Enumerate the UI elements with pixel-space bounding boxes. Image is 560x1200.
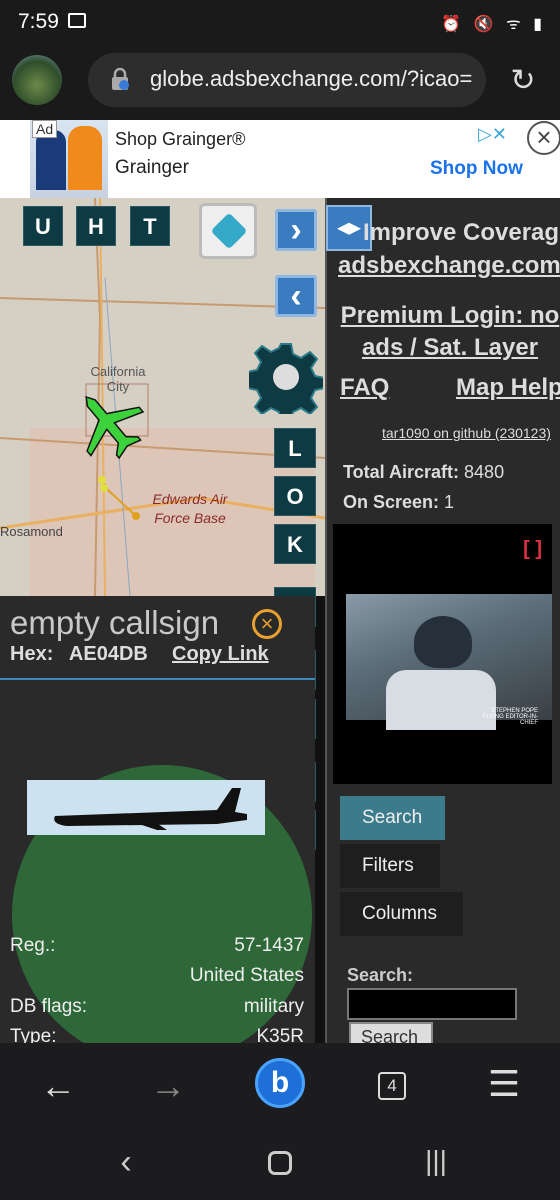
tabs-count-icon[interactable]: 4 [378, 1072, 406, 1100]
u-button[interactable]: U [23, 206, 63, 246]
ad-close-icon[interactable]: × [527, 121, 560, 155]
hex-row: Hex: AE04DB [10, 643, 148, 666]
hex-value: AE04DB [68, 643, 148, 665]
h-button[interactable]: H [76, 206, 116, 246]
settings-gear-icon[interactable] [249, 340, 323, 414]
status-icons: ⏰ 🔇 ᯤ ▮ [441, 16, 546, 33]
copy-link[interactable]: Copy Link [172, 643, 269, 666]
tab-filters[interactable]: Filters [340, 844, 440, 888]
status-bar: 7:59 ⏰ 🔇 ᯤ ▮ [0, 0, 560, 44]
tab-search[interactable]: Search [340, 796, 445, 840]
browser-toolbar: globe.adsbexchange.com/?icao= ↻ [0, 44, 560, 120]
back-arrow-icon[interactable]: ← [38, 1065, 78, 1107]
layers-button[interactable] [199, 203, 257, 259]
url-text: globe.adsbexchange.com/?icao= [150, 66, 473, 91]
aircraft-silhouette-icon [54, 788, 248, 830]
expand-icon[interactable]: [ ] [523, 538, 542, 561]
clock: 7:59 [18, 10, 59, 33]
map-help-link[interactable]: Map Help [456, 374, 560, 402]
l-button[interactable]: L [274, 428, 316, 468]
on-screen: On Screen: 1 [343, 492, 455, 512]
shop-now-button[interactable]: Shop Now [430, 158, 523, 180]
map-label-city: California City [90, 364, 146, 394]
adchoices-icon[interactable]: ▷✕ [478, 124, 507, 145]
address-bar[interactable]: globe.adsbexchange.com/?icao= [88, 53, 486, 107]
search-input[interactable] [347, 988, 517, 1020]
close-info-icon[interactable]: × [252, 609, 282, 639]
system-nav-bar: ‹ ||| [0, 1133, 560, 1200]
video-caption: STEPHEN POPE FLYING EDITOR-IN-CHIEF [482, 708, 538, 726]
menu-icon[interactable]: ☰ [484, 1063, 524, 1105]
github-link[interactable]: tar1090 on github (230123) [382, 425, 551, 441]
aircraft-photo[interactable] [27, 780, 265, 835]
video-frame: STEPHEN POPE FLYING EDITOR-IN-CHIEF [346, 594, 552, 730]
callsign: empty callsign [10, 604, 220, 641]
layers-icon [210, 212, 248, 250]
hex-label: Hex: [10, 643, 54, 665]
forward-arrow-icon[interactable]: → [148, 1065, 188, 1107]
map-label-edwards: Edwards Air Force Base [152, 491, 228, 526]
k-button[interactable]: K [274, 524, 316, 564]
ad-title[interactable]: Shop Grainger® [115, 129, 245, 150]
system-recents-icon[interactable]: ||| [414, 1145, 458, 1177]
map-label-rosamond: Rosamond [0, 524, 63, 539]
bing-chat-icon[interactable]: b [255, 1058, 305, 1108]
next-arrow-button[interactable]: › [275, 209, 317, 251]
site-link[interactable]: adsbexchange.com [338, 252, 560, 280]
video-ad[interactable]: [ ] STEPHEN POPE FLYING EDITOR-IN-CHIEF [333, 524, 552, 784]
browser-bottom-nav: ← → b 4 ☰ [0, 1043, 560, 1133]
faq-link[interactable]: FAQ [340, 374, 389, 402]
lock-icon [112, 67, 129, 90]
system-home-icon[interactable] [268, 1151, 292, 1175]
ad-tag: Ad [32, 120, 58, 138]
total-aircraft: Total Aircraft: 8480 [343, 462, 505, 482]
o-button[interactable]: O [274, 476, 316, 516]
profile-avatar[interactable] [12, 55, 62, 105]
improve-coverage-link[interactable]: Improve Coverage [363, 219, 560, 247]
t-button[interactable]: T [130, 206, 170, 246]
ad-banner[interactable]: Ad Shop Grainger® Grainger ▷✕ Shop Now [0, 120, 560, 198]
system-back-icon[interactable]: ‹ [106, 1143, 146, 1182]
ad-subtitle: Grainger [115, 157, 189, 178]
prev-arrow-button[interactable]: ‹ [275, 275, 317, 317]
search-label: Search: [347, 965, 414, 985]
tab-columns[interactable]: Columns [340, 892, 463, 936]
premium-login-link[interactable]: Premium Login: no ads / Sat. Layer [340, 300, 560, 366]
reload-icon[interactable]: ↻ [506, 64, 540, 98]
divider [0, 678, 315, 680]
gallery-icon [68, 13, 86, 28]
